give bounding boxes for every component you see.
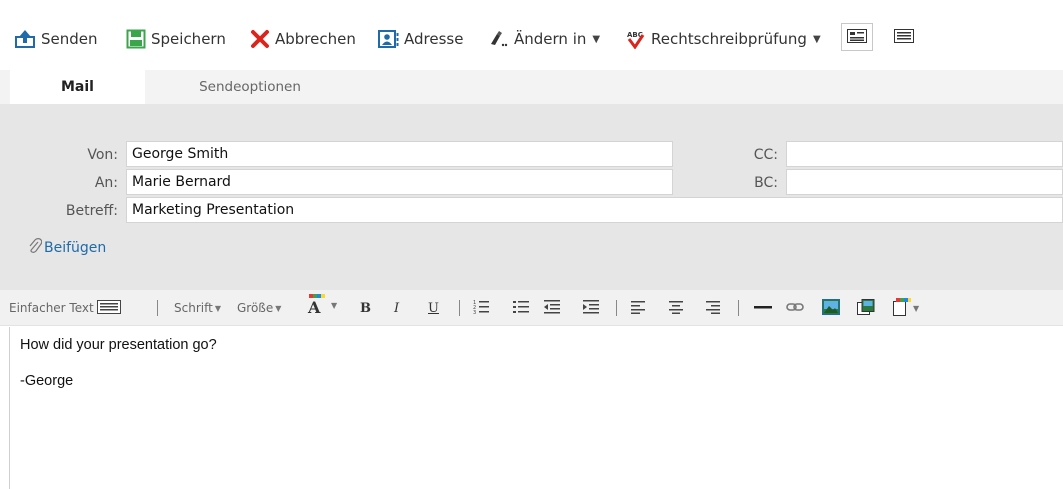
cancel-label: Abbrechen <box>275 30 356 48</box>
align-right-button[interactable] <box>706 299 720 317</box>
bold-icon: B <box>360 300 371 316</box>
horizontal-rule-icon <box>754 300 772 317</box>
separator <box>738 300 739 316</box>
numbered-list-icon: 1 2 3 <box>473 299 489 318</box>
save-button[interactable]: Speichern <box>126 28 226 50</box>
change-to-dropdown[interactable]: Ändern in ▼ <box>489 28 600 50</box>
body-line: How did your presentation go? <box>20 337 217 353</box>
spellcheck-icon: ABC <box>626 29 651 49</box>
tab-send-options[interactable]: Sendeoptionen <box>160 70 340 104</box>
size-dropdown[interactable]: Größe ▼ <box>237 299 281 317</box>
underline-icon: U <box>428 300 439 316</box>
background-color-dropdown[interactable]: ▼ <box>893 297 920 319</box>
from-label: Von: <box>87 147 118 163</box>
subject-field[interactable]: Marketing Presentation <box>126 197 1063 223</box>
insert-image-button[interactable] <box>822 298 840 318</box>
text-color-icon: A <box>307 293 329 318</box>
attach-label: Beifügen <box>44 240 107 256</box>
from-field[interactable]: George Smith <box>126 141 673 167</box>
numbered-list-button[interactable]: 1 2 3 <box>473 299 489 317</box>
message-layout-icon <box>847 28 867 47</box>
underline-button[interactable]: U <box>428 299 439 317</box>
body-line: -George <box>20 373 74 389</box>
attach-link[interactable]: Beifügen <box>28 238 106 258</box>
plain-text-button[interactable]: Einfacher Text <box>9 299 121 317</box>
text-view-button[interactable] <box>888 23 920 51</box>
spellcheck-label: Rechtschreibprüfung <box>651 30 807 48</box>
to-label: An: <box>94 175 118 191</box>
italic-icon: I <box>394 300 400 316</box>
decrease-indent-button[interactable] <box>544 299 560 317</box>
bullet-list-icon <box>513 299 529 318</box>
close-icon <box>250 29 275 49</box>
separator <box>459 300 460 316</box>
separator <box>157 300 158 316</box>
image-properties-icon <box>857 298 875 318</box>
link-button[interactable] <box>786 299 804 317</box>
send-icon <box>14 29 41 49</box>
send-label: Senden <box>41 30 98 48</box>
format-toolbar: Einfacher Text Schrift ▼ Größe ▼ A ▼ B I… <box>0 290 1063 326</box>
indent-icon <box>583 299 599 318</box>
main-toolbar: Senden Speichern Abbrechen Adresse Änder… <box>0 0 1063 70</box>
message-header: Von: George Smith An: Marie Bernard Betr… <box>0 104 1063 290</box>
increase-indent-button[interactable] <box>583 299 599 317</box>
bc-label: BC: <box>754 175 778 191</box>
spellcheck-dropdown[interactable]: ABC Rechtschreibprüfung ▼ <box>626 28 821 50</box>
color-palette-icon <box>893 297 911 319</box>
tab-bar: Mail Sendeoptionen <box>0 70 1063 104</box>
outdent-icon <box>544 299 560 318</box>
change-to-label: Ändern in <box>514 30 587 48</box>
size-label: Größe <box>237 301 274 315</box>
chevron-down-icon: ▼ <box>331 300 338 310</box>
bullet-list-button[interactable] <box>513 299 529 317</box>
address-label: Adresse <box>404 30 464 48</box>
bold-button[interactable]: B <box>360 299 371 317</box>
save-label: Speichern <box>151 30 226 48</box>
chevron-down-icon: ▼ <box>214 303 221 313</box>
font-dropdown[interactable]: Schrift ▼ <box>174 299 221 317</box>
message-body-editor[interactable]: How did your presentation go? -George <box>9 327 1063 489</box>
send-button[interactable]: Senden <box>14 28 98 50</box>
separator <box>616 300 617 316</box>
text-color-dropdown[interactable]: A ▼ <box>307 293 338 317</box>
align-center-icon <box>669 300 683 317</box>
chevron-down-icon: ▼ <box>592 33 601 45</box>
align-left-icon <box>631 300 645 317</box>
chevron-down-icon: ▼ <box>275 303 282 313</box>
address-button[interactable]: Adresse <box>377 28 463 50</box>
svg-text:A: A <box>307 298 321 315</box>
address-book-icon <box>377 29 404 49</box>
message-view-button[interactable] <box>841 23 873 51</box>
save-icon <box>126 29 151 49</box>
svg-text:3: 3 <box>473 310 476 315</box>
text-layout-icon <box>96 299 121 317</box>
plain-text-label: Einfacher Text <box>9 301 94 315</box>
paperclip-icon <box>28 238 44 258</box>
align-right-icon <box>706 300 720 317</box>
cancel-button[interactable]: Abbrechen <box>250 28 356 50</box>
align-center-button[interactable] <box>669 299 683 317</box>
text-layout-icon <box>894 28 914 47</box>
chevron-down-icon: ▼ <box>913 303 920 313</box>
font-label: Schrift <box>174 301 213 315</box>
align-left-button[interactable] <box>631 299 645 317</box>
cc-label: CC: <box>753 147 778 163</box>
link-icon <box>786 300 804 317</box>
bc-field[interactable] <box>786 169 1063 195</box>
image-properties-button[interactable] <box>857 298 875 318</box>
image-icon <box>822 298 840 318</box>
horizontal-rule-button[interactable] <box>754 299 772 317</box>
italic-button[interactable]: I <box>394 299 399 317</box>
subject-label: Betreff: <box>65 203 118 219</box>
to-field[interactable]: Marie Bernard <box>126 169 673 195</box>
tab-mail[interactable]: Mail <box>10 70 145 104</box>
chevron-down-icon: ▼ <box>812 33 821 45</box>
cc-field[interactable] <box>786 141 1063 167</box>
pen-icon <box>489 30 514 48</box>
